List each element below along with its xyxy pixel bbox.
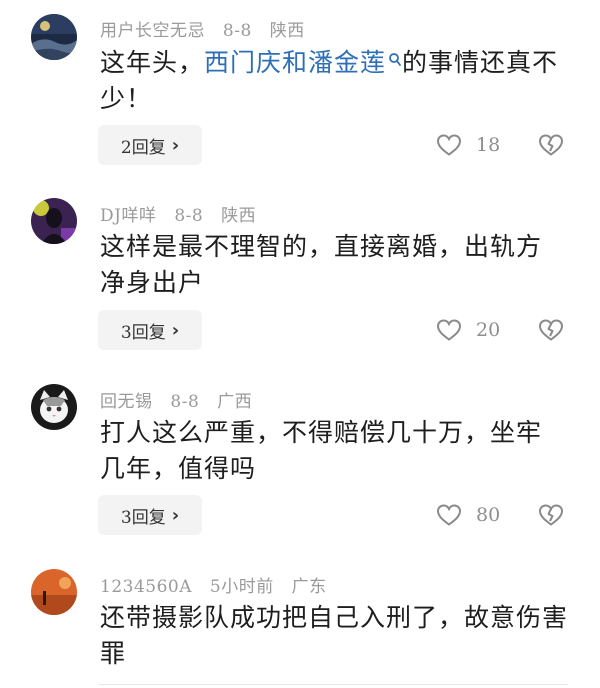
heart-icon (436, 319, 462, 341)
like-button[interactable]: 80 (436, 503, 500, 527)
user-avatar[interactable] (31, 14, 77, 60)
user-avatar[interactable] (31, 384, 77, 430)
username[interactable]: 回无锡 (100, 392, 153, 412)
dislike-button[interactable] (538, 503, 564, 531)
comment-meta: DJ咩咩 8-8 陕西 (100, 201, 268, 226)
heart-icon (436, 134, 462, 156)
comment-text: 打人这么严重，不得赔偿几十万，坐牢几年，值得吗 (100, 418, 543, 483)
comment-date: 5小时前 (209, 577, 274, 597)
chevron-right-icon: › (171, 319, 180, 341)
search-link-label[interactable]: 西门庆和潘金莲 (204, 48, 386, 77)
comment-text: 这样是最不理智的，直接离婚，出轨方净身出户 (100, 232, 543, 297)
like-count: 80 (476, 504, 501, 526)
reply-label: 3回复 (120, 322, 166, 343)
broken-heart-icon (538, 504, 564, 526)
comment-date: 8-8 (170, 392, 200, 412)
user-avatar[interactable] (31, 569, 77, 615)
comment-location: 陕西 (269, 21, 305, 41)
comment-meta: 回无锡 8-8 广西 (100, 387, 264, 412)
comment-text: 这年头，西门庆和潘金莲 的事情还真不少！ (100, 45, 570, 117)
comment-date: 8-8 (222, 21, 252, 41)
search-icon[interactable] (388, 45, 402, 66)
comment-location: 广东 (291, 577, 327, 597)
dislike-button[interactable] (538, 133, 564, 161)
comment-meta: 1234560A 5小时前 广东 (100, 572, 339, 597)
comment-meta: 用户长空无忌 8-8 陕西 (100, 16, 317, 41)
reply-button[interactable]: 3回复 › (98, 310, 202, 350)
reply-label: 3回复 (120, 507, 166, 528)
like-count: 18 (476, 134, 501, 156)
user-avatar[interactable] (31, 198, 77, 244)
username[interactable]: 用户长空无忌 (100, 21, 205, 41)
reply-button[interactable]: 3回复 › (98, 495, 202, 535)
divider (98, 684, 568, 685)
comment-text-prefix: 这年头， (100, 48, 205, 77)
like-button[interactable]: 18 (436, 133, 500, 157)
comment-text: 还带摄影队成功把自己入刑了，故意伤害罪 (100, 603, 569, 668)
dislike-button[interactable] (538, 318, 564, 346)
like-count: 20 (476, 319, 501, 341)
comment-date: 8-8 (174, 206, 204, 226)
comment-location: 陕西 (221, 206, 257, 226)
reply-label: 2回复 (120, 137, 166, 158)
username[interactable]: 1234560A (100, 577, 192, 597)
reply-button[interactable]: 2回复 › (98, 125, 202, 165)
broken-heart-icon (538, 319, 564, 341)
chevron-right-icon: › (171, 504, 180, 526)
avatar-orange-sunset-icon (31, 569, 77, 615)
search-link[interactable]: 西门庆和潘金莲 (204, 48, 402, 77)
heart-icon (436, 504, 462, 526)
avatar-dark-purple-figure-icon (31, 198, 77, 244)
like-button[interactable]: 20 (436, 318, 500, 342)
broken-heart-icon (538, 134, 564, 156)
comment-location: 广西 (217, 392, 253, 412)
chevron-right-icon: › (171, 134, 180, 156)
avatar-night-landscape-icon (31, 14, 77, 60)
avatar-white-cat-icon (31, 384, 77, 430)
username[interactable]: DJ咩咩 (100, 206, 156, 226)
